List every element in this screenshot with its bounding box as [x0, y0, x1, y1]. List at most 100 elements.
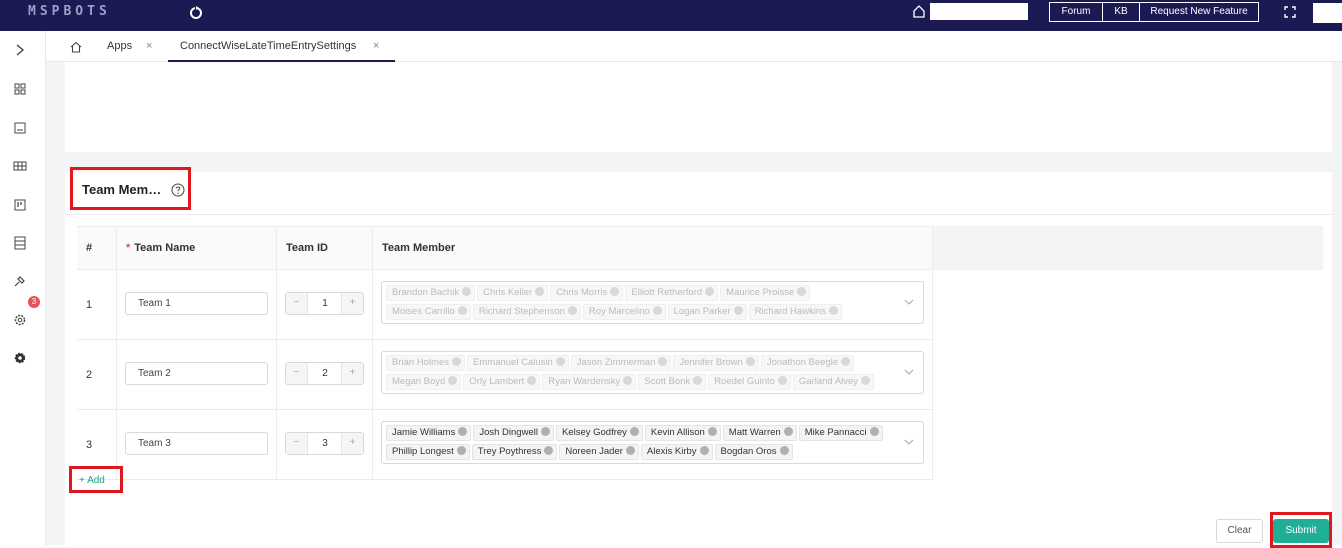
request-new-feature-button[interactable]: Request New Feature: [1139, 2, 1259, 22]
remove-tag-icon[interactable]: [527, 376, 537, 385]
decrement-button[interactable]: −: [286, 293, 308, 314]
chevron-down-icon[interactable]: [904, 368, 914, 376]
tab-connectwise-settings[interactable]: ConnectWiseLateTimeEntrySettings: [180, 31, 356, 62]
top-panel: [65, 62, 1332, 152]
team-id-stepper[interactable]: − 1 +: [285, 292, 364, 315]
team-member-select[interactable]: Brian Holmes Emmanuel Calusin Jason Zimmer…: [381, 351, 924, 394]
table-header-extension: [933, 226, 1323, 270]
remove-tag-icon[interactable]: [733, 306, 743, 315]
remove-tag-icon[interactable]: [540, 427, 550, 436]
team-name-input[interactable]: Team 3: [125, 432, 268, 455]
kb-button[interactable]: KB: [1102, 2, 1140, 22]
column-header-team-name: * Team Name: [117, 227, 277, 270]
bot-icon[interactable]: [13, 274, 27, 288]
team-id-value[interactable]: 3: [308, 433, 342, 454]
remove-tag-icon[interactable]: [777, 376, 787, 385]
remove-tag-icon[interactable]: [779, 446, 789, 455]
remove-tag-icon[interactable]: [458, 427, 468, 436]
remove-tag-icon[interactable]: [625, 446, 635, 455]
member-tag-label: Jamie Williams: [392, 427, 456, 438]
remove-tag-icon[interactable]: [567, 306, 577, 315]
member-tag-label: Moises Carrillo: [392, 306, 455, 317]
close-icon[interactable]: ×: [146, 31, 152, 62]
report-icon[interactable]: [13, 121, 27, 135]
dataset-icon[interactable]: [13, 236, 27, 250]
team-member-select[interactable]: Brandon Bachik Chris Keller Chris Morris El…: [381, 281, 924, 324]
table-row: 1 Team 1 − 1 + Brandon Bachik Chris Kelle…: [77, 270, 933, 340]
table-icon[interactable]: [13, 159, 27, 173]
remove-tag-icon[interactable]: [861, 376, 871, 385]
user-avatar[interactable]: [1313, 3, 1342, 23]
remove-tag-icon[interactable]: [869, 427, 879, 436]
remove-tag-icon[interactable]: [448, 376, 458, 385]
remove-tag-icon[interactable]: [623, 376, 633, 385]
sync-icon[interactable]: [187, 4, 205, 22]
chevron-down-icon[interactable]: [904, 298, 914, 306]
remove-tag-icon[interactable]: [544, 446, 554, 455]
fullscreen-icon[interactable]: [1284, 6, 1296, 18]
tab-apps[interactable]: Apps: [107, 31, 132, 62]
increment-button[interactable]: +: [341, 363, 363, 384]
remove-tag-icon[interactable]: [555, 357, 565, 366]
remove-tag-icon[interactable]: [699, 446, 709, 455]
remove-tag-icon[interactable]: [610, 287, 620, 296]
increment-button[interactable]: +: [341, 433, 363, 454]
remove-tag-icon[interactable]: [652, 306, 662, 315]
dashboard-grid-icon[interactable]: [13, 82, 27, 96]
member-tag-label: Logan Parker: [673, 306, 731, 317]
team-id-value[interactable]: 1: [308, 293, 342, 314]
increment-button[interactable]: +: [341, 293, 363, 314]
close-icon[interactable]: ×: [373, 31, 379, 62]
team-member-select[interactable]: Jamie Williams Josh Dingwell Kelsey Godfre…: [381, 421, 924, 464]
remove-tag-icon[interactable]: [841, 357, 851, 366]
remove-tag-icon[interactable]: [693, 376, 703, 385]
remove-tag-icon[interactable]: [456, 446, 466, 455]
member-tag-label: Jonathon Beegle: [766, 357, 839, 368]
home-icon[interactable]: [912, 4, 926, 18]
remove-tag-icon[interactable]: [745, 357, 755, 366]
highlight-box: [69, 466, 123, 493]
member-tag-label: Jason Zimmerman: [576, 357, 656, 368]
row-number: 2: [77, 340, 117, 410]
remove-tag-icon[interactable]: [828, 306, 838, 315]
team-id-stepper[interactable]: − 3 +: [285, 432, 364, 455]
clear-button[interactable]: Clear: [1216, 519, 1263, 543]
remove-tag-icon[interactable]: [797, 287, 807, 296]
team-id-value[interactable]: 2: [308, 363, 342, 384]
remove-tag-icon[interactable]: [707, 427, 717, 436]
forum-button[interactable]: Forum: [1049, 2, 1103, 22]
home-tab-icon[interactable]: [70, 41, 82, 53]
remove-tag-icon[interactable]: [462, 287, 472, 296]
member-tag: Jennifer Brown: [673, 355, 759, 371]
remove-tag-icon[interactable]: [452, 357, 462, 366]
member-tags: Brian Holmes Emmanuel Calusin Jason Zimmer…: [386, 355, 896, 393]
remove-tag-icon[interactable]: [658, 357, 668, 366]
remove-tag-icon[interactable]: [705, 287, 715, 296]
row-number: 1: [77, 270, 117, 340]
member-tag-label: Chris Keller: [483, 287, 533, 298]
member-tag-label: Phillip Longest: [392, 446, 454, 457]
remove-tag-icon[interactable]: [629, 427, 639, 436]
team-name-input[interactable]: Team 1: [125, 292, 268, 315]
settings-gear-icon[interactable]: [13, 313, 27, 327]
team-name-input[interactable]: Team 2: [125, 362, 268, 385]
kanban-icon[interactable]: [13, 198, 27, 212]
team-id-stepper[interactable]: − 2 +: [285, 362, 364, 385]
chevron-down-icon[interactable]: [904, 438, 914, 446]
decrement-button[interactable]: −: [286, 433, 308, 454]
remove-tag-icon[interactable]: [783, 427, 793, 436]
member-tag: Chris Keller: [477, 285, 549, 301]
column-header-team-name-label: Team Name: [134, 242, 196, 254]
search-input[interactable]: [930, 3, 1028, 20]
expand-chevron-icon[interactable]: [13, 43, 27, 57]
member-tag: Orly Lambert: [463, 374, 541, 390]
admin-gear-icon[interactable]: [13, 351, 27, 365]
app-logo[interactable]: MSPBOTS: [28, 4, 111, 19]
remove-tag-icon[interactable]: [535, 287, 545, 296]
member-tag: Phillip Longest: [386, 444, 470, 460]
team-member-cell: Brandon Bachik Chris Keller Chris Morris El…: [373, 270, 933, 340]
decrement-button[interactable]: −: [286, 363, 308, 384]
remove-tag-icon[interactable]: [457, 306, 467, 315]
team-name-cell: Team 2: [117, 340, 277, 410]
member-tag-label: Brandon Bachik: [392, 287, 460, 298]
